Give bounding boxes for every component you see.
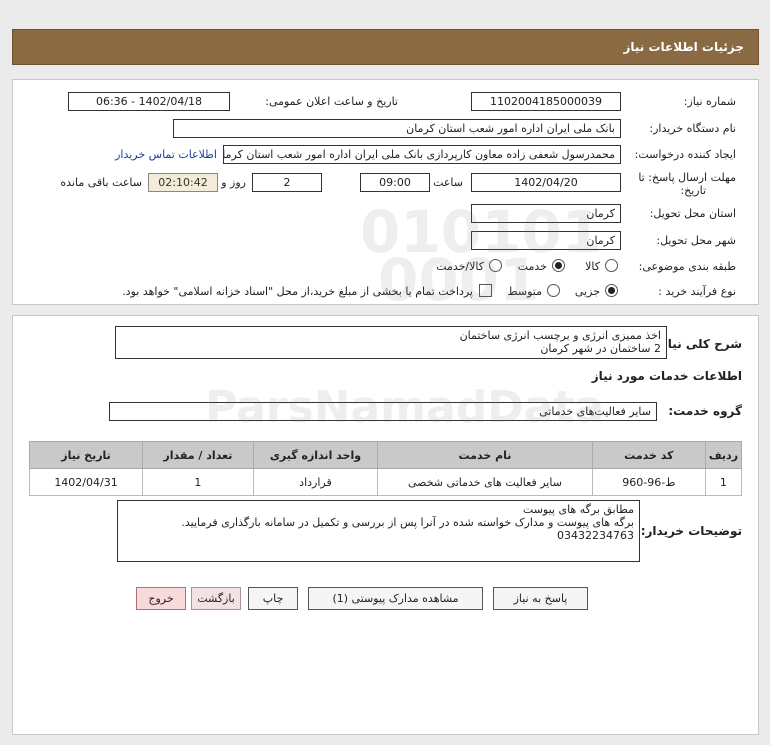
- category-radio-service[interactable]: [552, 259, 565, 272]
- remaining-time-field: 02:10:42: [148, 173, 218, 192]
- services-table: ردیف کد خدمت نام خدمت واحد اندازه گیری ت…: [28, 441, 743, 496]
- cell-service-code: ط-96-960: [591, 468, 706, 496]
- province-label: استان محل تحویل:: [649, 207, 736, 220]
- need-number-field: 1102004185000039: [471, 92, 621, 111]
- purchase-radio-minor[interactable]: [605, 284, 618, 297]
- buyer-contact-link[interactable]: اطلاعات تماس خریدار: [115, 148, 217, 161]
- deadline-time-label: ساعت: [433, 176, 463, 189]
- buyer-notes-label: توضیحات خریدار:: [640, 524, 742, 538]
- service-group-field: سایر فعالیت‌های خدماتی: [109, 402, 657, 421]
- category-radio-goods-service[interactable]: [489, 259, 502, 272]
- days-label: روز و: [221, 176, 246, 189]
- city-label: شهر محل تحویل:: [656, 234, 736, 247]
- description-label: شرح کلی نیاز:: [656, 337, 742, 351]
- col-unit: واحد اندازه گیری: [252, 441, 379, 469]
- buyer-org-label: نام دستگاه خریدار:: [649, 122, 736, 135]
- category-label: طبقه بندی موضوعی:: [638, 260, 736, 273]
- purchase-option-minor: جزیی: [574, 285, 600, 298]
- description-text: اخذ ممیزی انرژی و برچسب انرژی ساختمان 2 …: [115, 326, 667, 359]
- creator-label: ایجاد کننده درخواست:: [634, 148, 736, 161]
- cell-quantity: 1: [142, 468, 254, 496]
- table-row: 1 ط-96-960 سایر فعالیت های خدماتی شخصی ق…: [28, 468, 743, 496]
- days-field: 2: [252, 173, 322, 192]
- cell-service-name: سایر فعالیت های خدماتی شخصی: [377, 468, 593, 496]
- buyer-org-field: بانک ملی ایران اداره امور شعب استان کرما…: [173, 119, 621, 138]
- deadline-date-field: 1402/04/20: [471, 173, 621, 192]
- purchase-option-medium: متوسط: [507, 285, 542, 298]
- treasury-note: پرداخت تمام یا بخشی از مبلغ خرید،از محل …: [122, 285, 473, 298]
- reply-button[interactable]: پاسخ به نیاز: [493, 587, 588, 610]
- category-option-service: خدمت: [517, 260, 547, 273]
- deadline-date-label: تاریخ:: [680, 184, 706, 197]
- service-group-label: گروه خدمت:: [668, 404, 742, 418]
- col-row-number: ردیف: [704, 441, 743, 469]
- announce-label: تاریخ و ساعت اعلان عمومی:: [265, 95, 398, 108]
- cell-unit: قرارداد: [252, 468, 379, 496]
- category-option-goods: کالا: [585, 260, 600, 273]
- col-service-code: کد خدمت: [591, 441, 706, 469]
- city-field: کرمان: [471, 231, 621, 250]
- page-header: جزئیات اطلاعات نیاز: [12, 29, 759, 65]
- col-need-date: تاریخ نیاز: [28, 441, 144, 469]
- purchase-radio-medium[interactable]: [547, 284, 560, 297]
- announce-datetime-field: 1402/04/18 - 06:36: [68, 92, 230, 111]
- treasury-checkbox[interactable]: [479, 284, 492, 297]
- buyer-notes-text: مطابق برگه های پیوست برگه های پیوست و مد…: [117, 500, 640, 562]
- page-title: جزئیات اطلاعات نیاز: [623, 40, 744, 54]
- exit-button[interactable]: خروج: [136, 587, 186, 610]
- province-field: کرمان: [471, 204, 621, 223]
- category-radio-goods[interactable]: [605, 259, 618, 272]
- table-header-row: ردیف کد خدمت نام خدمت واحد اندازه گیری ت…: [28, 441, 743, 469]
- purchase-type-label: نوع فرآیند خرید :: [658, 285, 736, 298]
- services-section-title: اطلاعات خدمات مورد نیاز: [591, 369, 742, 383]
- need-info-panel: شماره نیاز: 1102004185000039 تاریخ و ساع…: [12, 79, 759, 305]
- col-quantity: تعداد / مقدار: [142, 441, 254, 469]
- category-option-goods-service: کالا/خدمت: [436, 260, 484, 273]
- cell-need-date: 1402/04/31: [28, 468, 144, 496]
- creator-field: محمدرسول شعفی زاده معاون کارپردازی بانک …: [223, 145, 621, 164]
- col-service-name: نام خدمت: [377, 441, 593, 469]
- deadline-time-field: 09:00: [360, 173, 430, 192]
- print-button[interactable]: چاپ: [248, 587, 298, 610]
- cell-row-number: 1: [704, 468, 743, 496]
- need-number-label: شماره نیاز:: [683, 95, 736, 108]
- deadline-label: مهلت ارسال پاسخ: تا: [638, 171, 736, 184]
- need-details-panel: شرح کلی نیاز: اخذ ممیزی انرژی و برچسب ان…: [12, 315, 759, 735]
- remaining-label: ساعت باقی مانده: [60, 176, 142, 189]
- back-button[interactable]: بازگشت: [191, 587, 241, 610]
- view-attachments-button[interactable]: مشاهده مدارک پیوستی (1): [308, 587, 483, 610]
